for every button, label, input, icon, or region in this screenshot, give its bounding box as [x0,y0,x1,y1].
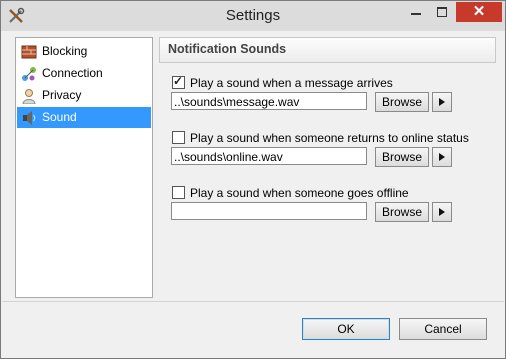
online-sound-label: Play a sound when someone returns to onl… [190,131,469,145]
maximize-button[interactable] [429,2,455,22]
dialog-body: Blocking Connection Privacy Sound Notifi… [7,31,499,300]
close-button[interactable]: ✕ [456,2,502,22]
sidebar-item-sound[interactable]: Sound [17,107,151,128]
message-sound-checkbox[interactable] [172,74,185,89]
blocking-icon [21,45,37,59]
online-browse-button[interactable]: Browse [375,147,429,167]
message-play-button[interactable] [432,92,452,112]
settings-window: Settings ✕ Blocking Connection Privacy S… [0,0,506,359]
online-sound-path-input[interactable]: ..\sounds\online.wav [171,147,367,165]
online-sound-checkbox[interactable] [172,131,185,144]
panel-header: Notification Sounds [159,37,496,63]
message-sound-label: Play a sound when a message arrives [190,76,393,90]
message-browse-button[interactable]: Browse [375,92,429,112]
title-bar: Settings ✕ [1,1,505,31]
dialog-footer: OK Cancel [2,301,504,358]
sidebar-item-label: Sound [42,110,77,124]
settings-sidebar: Blocking Connection Privacy Sound [15,37,153,298]
offline-sound-checkbox[interactable] [172,186,185,199]
close-icon: ✕ [472,3,486,20]
sidebar-item-label: Blocking [42,44,88,58]
ok-button[interactable]: OK [302,318,390,340]
sound-icon [23,111,36,125]
sidebar-item-blocking[interactable]: Blocking [17,41,151,62]
online-play-button[interactable] [432,147,452,167]
offline-play-button[interactable] [432,202,452,222]
sidebar-item-label: Privacy [42,88,82,102]
offline-sound-path-input[interactable] [171,202,367,220]
connection-icon [22,67,36,81]
privacy-icon [22,89,36,104]
cancel-button[interactable]: Cancel [399,318,487,340]
message-sound-path-input[interactable]: ..\sounds\message.wav [171,92,367,110]
panel-title: Notification Sounds [168,42,287,56]
offline-browse-button[interactable]: Browse [375,202,429,222]
sidebar-item-privacy[interactable]: Privacy [17,85,151,106]
minimize-button[interactable] [403,2,429,22]
sidebar-item-connection[interactable]: Connection [17,63,151,84]
sidebar-item-label: Connection [42,66,103,80]
offline-sound-label: Play a sound when someone goes offline [190,186,409,200]
